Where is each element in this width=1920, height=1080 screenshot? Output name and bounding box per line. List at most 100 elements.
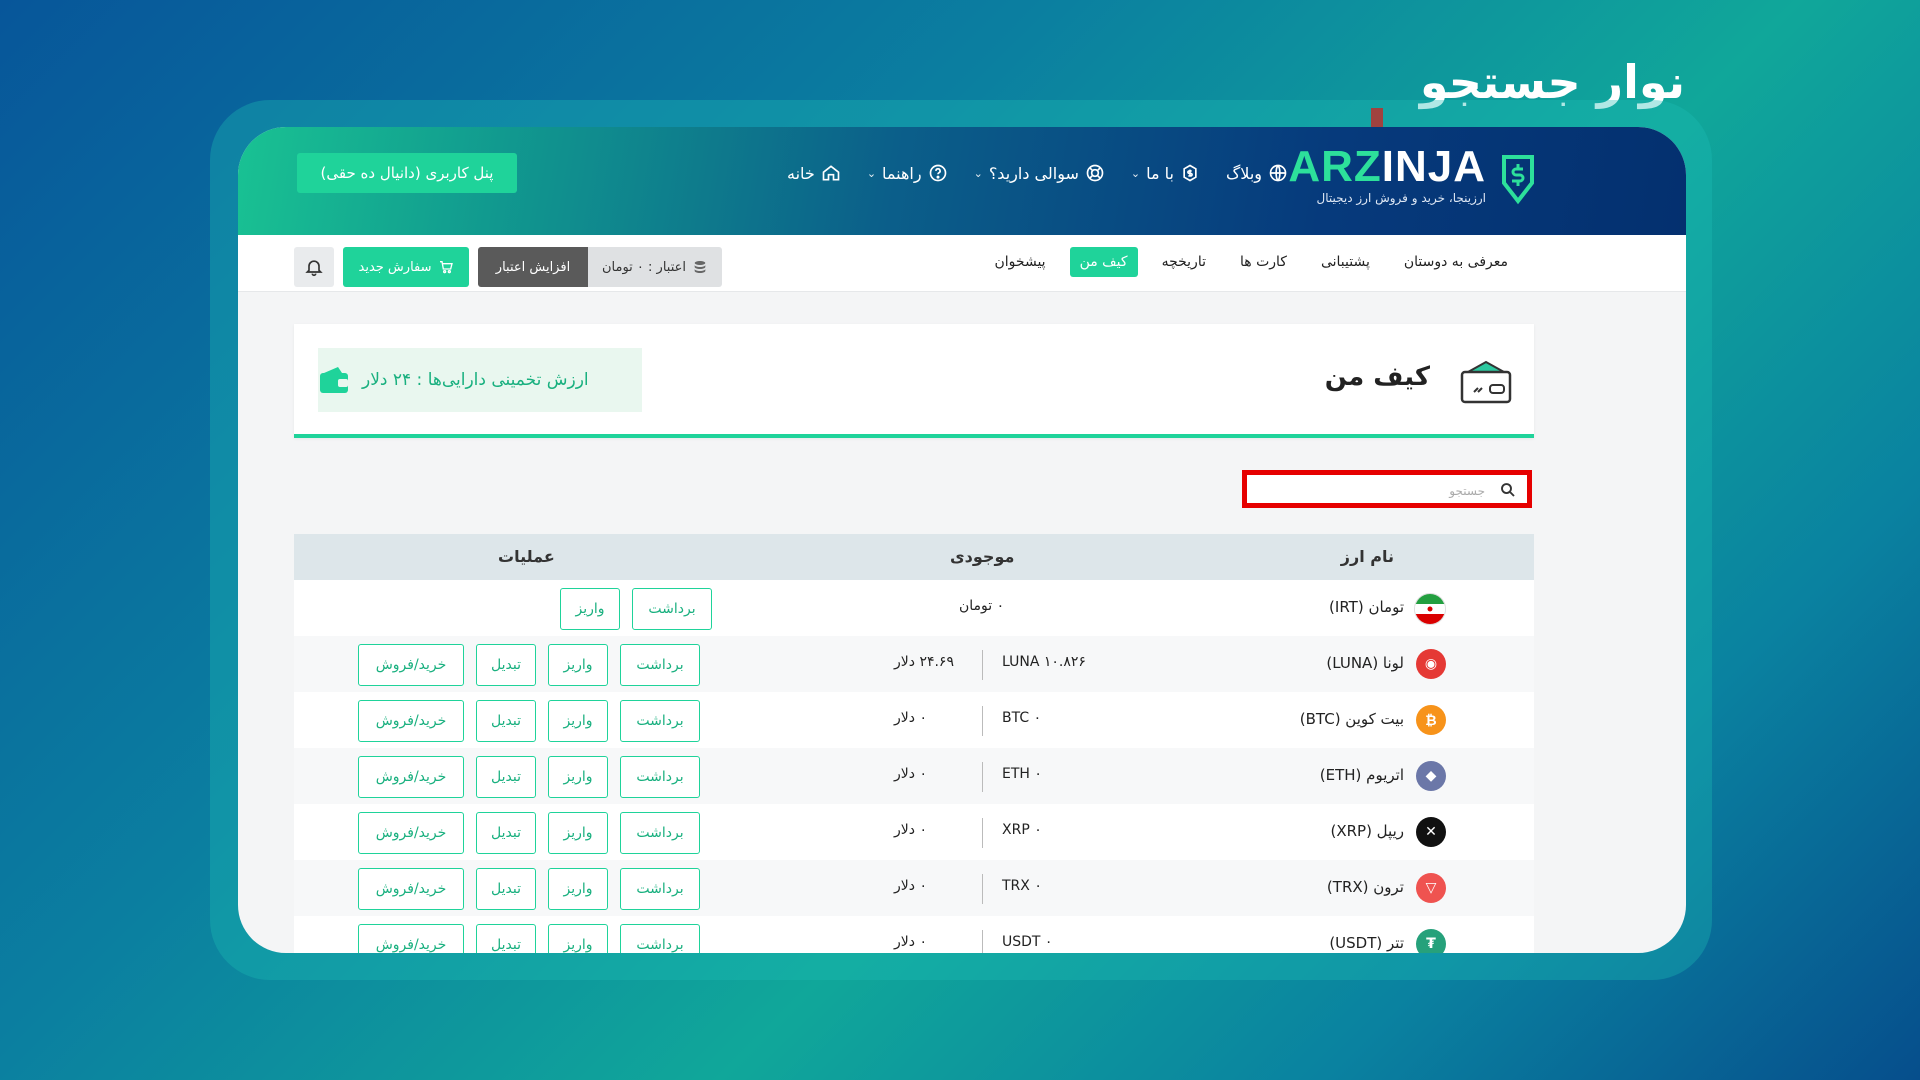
tab-history[interactable]: تاریخچه [1152,247,1216,277]
table-row: ◆ اتریوم (ETH) ۰ ETH ۰ دلار خرید/فروش تب… [294,748,1534,804]
table-row: تومان (IRT) ۰ تومان واریز برداشت [294,580,1534,636]
withdraw-button[interactable]: برداشت [620,644,700,686]
row-actions: خرید/فروش تبدیل واریز برداشت [358,924,700,953]
notifications-button[interactable] [294,247,334,287]
balance-amount: ۰ TRX [1002,878,1042,894]
nav-questions[interactable]: سوالی دارید؟ ⌄ [974,155,1105,191]
chevron-down-icon: ⌄ [866,166,877,180]
wallet-icon [1460,360,1512,404]
withdraw-button[interactable]: برداشت [620,868,700,910]
deposit-button[interactable]: واریز [560,588,620,630]
credit-label: اعتبار : ۰ تومان [601,259,687,275]
convert-button[interactable]: تبدیل [476,756,536,798]
brand-logo[interactable]: ARZINJA ارزینجا، خرید و فروش ارز دیجیتال [1288,145,1486,206]
header-balance: موجودی [950,547,1015,566]
top-header: پنل کاربری (دانیال ده حقی) خانه راهنما ⌄… [238,127,1686,235]
row-actions: خرید/فروش تبدیل واریز برداشت [358,756,700,798]
new-order-label: سفارش جدید [358,259,432,275]
balance-usd: ۲۴.۶۹ دلار [894,654,954,670]
balance-divider [982,818,983,848]
support-icon [1086,164,1104,182]
nav-about-label: با ما [1146,163,1174,183]
withdraw-button[interactable]: برداشت [620,812,700,854]
nav-guide[interactable]: راهنما ⌄ [867,155,948,191]
table-row: ₿ بیت کوین (BTC) ۰ BTC ۰ دلار خرید/فروش … [294,692,1534,748]
trade-button[interactable]: خرید/فروش [358,868,464,910]
convert-button[interactable]: تبدیل [476,868,536,910]
convert-button[interactable]: تبدیل [476,700,536,742]
withdraw-button[interactable]: برداشت [620,700,700,742]
trade-button[interactable]: خرید/فروش [358,700,464,742]
nav-about[interactable]: با ما ⌄ [1131,155,1200,191]
usdt-icon: ₮ [1416,929,1446,953]
brand-tagline: ارزینجا، خرید و فروش ارز دیجیتال [1316,191,1486,205]
sub-navigation: پیشخوان کیف من تاریخچه کارت ها پشتیبانی … [238,235,1686,292]
nav-blog[interactable]: وبلاگ [1226,155,1288,191]
balance-divider [982,874,983,904]
help-icon [929,164,946,182]
nav-guide-label: راهنما [882,163,922,183]
balance-usd: ۰ دلار [894,934,927,950]
deposit-button[interactable]: واریز [548,812,608,854]
table-header: نام ارز موجودی عملیات [294,534,1534,580]
iran-flag-icon [1414,593,1446,625]
convert-button[interactable]: تبدیل [476,924,536,953]
cart-icon [439,261,453,274]
deposit-button[interactable]: واریز [548,644,608,686]
tab-referral[interactable]: معرفی به دوستان [1394,247,1518,277]
increase-credit-button[interactable]: افزایش اعتبار [478,247,588,287]
withdraw-button[interactable]: برداشت [620,924,700,953]
tab-bar: پیشخوان کیف من تاریخچه کارت ها پشتیبانی … [985,247,1518,277]
nav-home[interactable]: خانه [787,155,841,191]
xrp-icon: ✕ [1416,817,1446,847]
currency-name: بیت کوین (BTC) [1299,710,1404,728]
balance-divider [982,762,983,792]
trade-button[interactable]: خرید/فروش [358,812,464,854]
trade-button[interactable]: خرید/فروش [358,924,464,953]
balance-amount: ۱۰.۸۲۶ LUNA [1002,654,1086,670]
balance-usd: ۰ دلار [894,766,927,782]
tab-cards[interactable]: کارت ها [1230,247,1297,277]
balance-usd: ۰ دلار [894,710,927,726]
header-operations: عملیات [498,547,555,566]
row-actions: خرید/فروش تبدیل واریز برداشت [358,644,700,686]
trade-button[interactable]: خرید/فروش [358,756,464,798]
balance-amount: ۰ BTC [1002,710,1042,726]
convert-button[interactable]: تبدیل [476,644,536,686]
convert-button[interactable]: تبدیل [476,812,536,854]
row-actions: واریز برداشت [560,588,712,630]
balance-amount: ۰ XRP [1002,822,1042,838]
currency-name: ریپل (XRP) [1330,822,1404,840]
user-panel-button[interactable]: پنل کاربری (دانیال ده حقی) [297,153,517,193]
chevron-down-icon: ⌄ [1130,166,1141,180]
row-actions: خرید/فروش تبدیل واریز برداشت [358,700,700,742]
currency-name: تومان (IRT) [1329,598,1404,616]
dollar-icon [1183,164,1197,182]
currency-name: لونا (LUNA) [1326,654,1404,672]
tab-support[interactable]: پشتیبانی [1311,247,1380,277]
wallet-title: کیف من [1324,362,1430,392]
withdraw-button[interactable]: برداشت [620,756,700,798]
deposit-button[interactable]: واریز [548,756,608,798]
btc-icon: ₿ [1416,705,1446,735]
balance-usd: ۰ دلار [894,822,927,838]
app-window: پنل کاربری (دانیال ده حقی) خانه راهنما ⌄… [238,127,1686,953]
deposit-button[interactable]: واریز [548,700,608,742]
bell-icon [305,260,323,277]
wallet-card: کیف من ارزش تخمینی دارایی‌ها : ۲۴ دلار [294,324,1534,438]
credit-balance: اعتبار : ۰ تومان [588,247,722,287]
nav-blog-label: وبلاگ [1225,163,1262,183]
search-input[interactable] [1251,479,1487,503]
table-row: ₮ تتر (USDT) ۰ USDT ۰ دلار خرید/فروش تبد… [294,916,1534,953]
withdraw-button[interactable]: برداشت [632,588,712,630]
new-order-button[interactable]: سفارش جدید [343,247,469,287]
credit-widget: افزایش اعتبار اعتبار : ۰ تومان [478,247,722,287]
trade-button[interactable]: خرید/فروش [358,644,464,686]
trx-icon: ▽ [1416,873,1446,903]
deposit-button[interactable]: واریز [548,924,608,953]
currency-name: ترون (TRX) [1326,878,1404,896]
tab-dashboard[interactable]: پیشخوان [985,247,1056,277]
deposit-button[interactable]: واریز [548,868,608,910]
balance-divider [982,706,983,736]
tab-my-wallet[interactable]: کیف من [1069,247,1138,277]
